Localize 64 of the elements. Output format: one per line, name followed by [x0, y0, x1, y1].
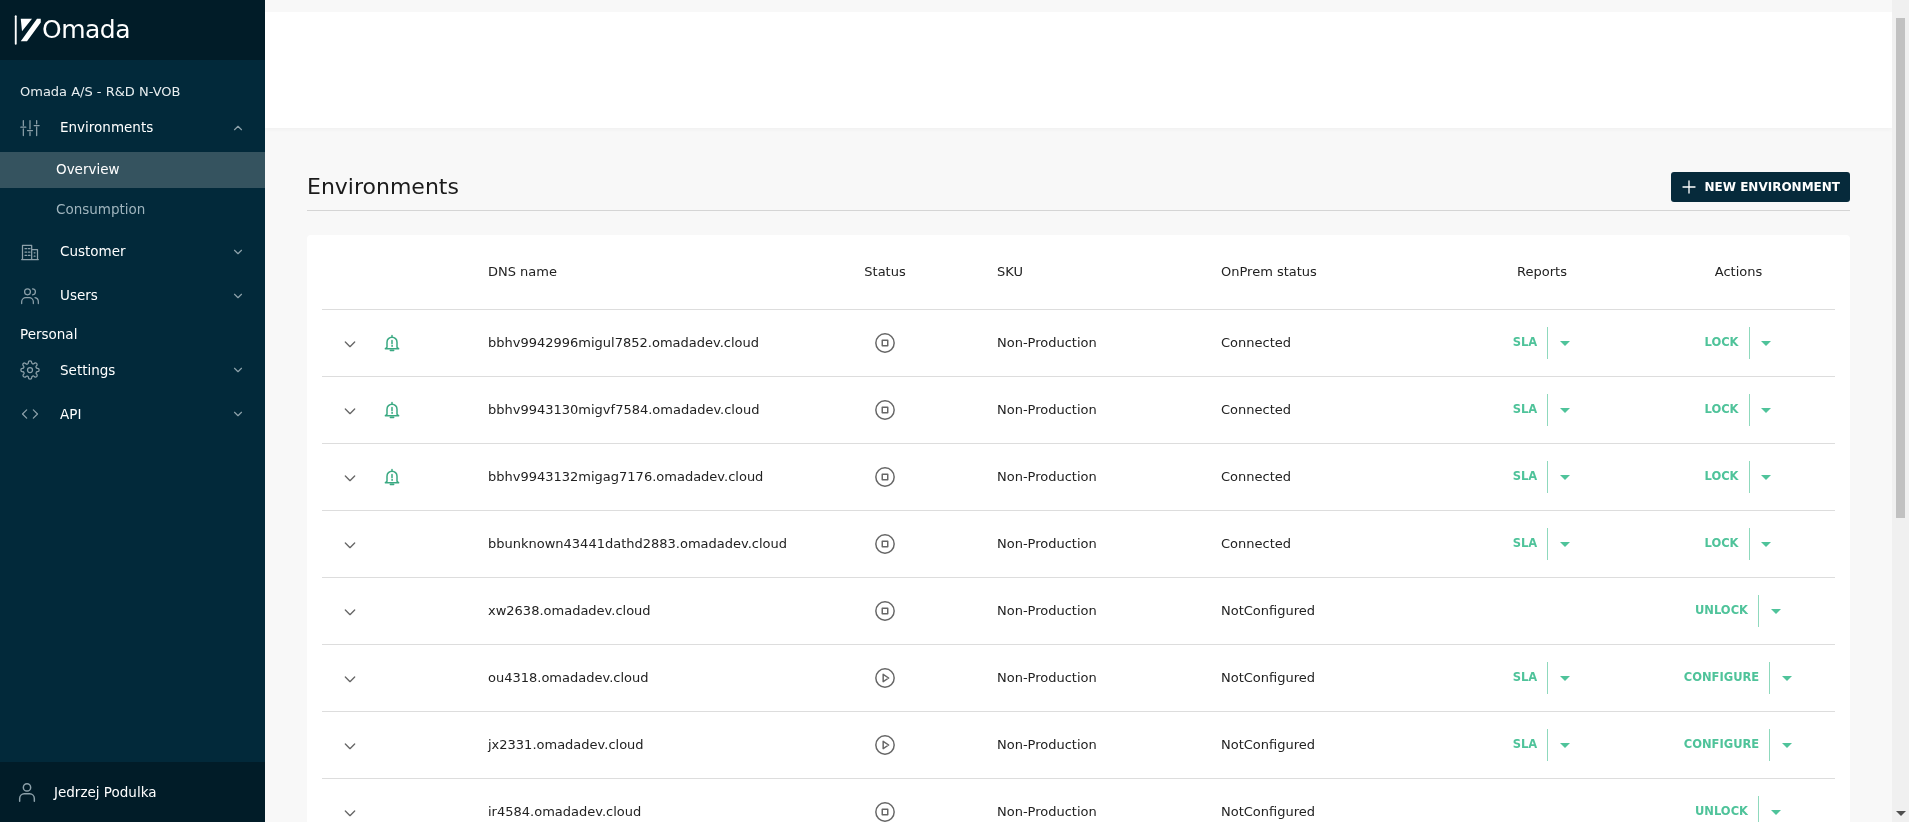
table-cell-text: bbhv9943132migag7176.omadadev.cloud — [488, 468, 765, 487]
column-header: OnPrem status — [1221, 263, 1318, 282]
sla-button[interactable]: SLA — [1502, 461, 1548, 493]
table-cell-text: Non-Production — [996, 736, 1098, 755]
sla-button[interactable]: SLA — [1502, 327, 1548, 359]
action-button[interactable]: UNLOCK — [1685, 595, 1758, 627]
table-cell-text: NotConfigured — [1221, 803, 1317, 822]
table-cell-text: Non-Production — [996, 669, 1098, 688]
column-header: SKU — [996, 263, 1024, 282]
action-button[interactable]: LOCK — [1694, 394, 1749, 426]
table-cell-text: NotConfigured — [1221, 602, 1317, 621]
table-cell-text: ou4318.omadadev.cloud — [488, 669, 650, 688]
table-cell-text: Non-Production — [996, 334, 1098, 353]
table-cell-text: Connected — [1221, 334, 1292, 353]
table-cell-text: Connected — [1221, 535, 1292, 554]
nav-item[interactable]: Customer — [0, 229, 265, 274]
nav-item[interactable]: Environments — [0, 105, 265, 150]
column-header: Status — [863, 263, 907, 282]
column-header: DNS name — [488, 263, 558, 282]
table-cell-text: bbhv9943130migvf7584.omadadev.cloud — [488, 401, 761, 420]
table-cell-text: Non-Production — [996, 401, 1098, 420]
table-cell-text: Non-Production — [996, 803, 1098, 822]
user-name[interactable]: Jedrzej Podulka — [54, 781, 157, 803]
nav-item[interactable]: API — [0, 391, 265, 436]
table-cell-text: Connected — [1221, 468, 1292, 487]
user-icon — [16, 781, 38, 803]
nav-item[interactable]: Users — [0, 273, 265, 318]
table-cell-text: jx2331.omadadev.cloud — [488, 736, 645, 755]
nav-subitem[interactable]: Overview — [0, 151, 265, 188]
action-button[interactable]: CONFIGURE — [1673, 662, 1770, 694]
sla-button[interactable]: SLA — [1502, 729, 1548, 761]
action-button[interactable]: LOCK — [1694, 327, 1749, 359]
sliders-icon — [20, 117, 40, 138]
table-cell-text: xw2638.omadadev.cloud — [488, 602, 652, 621]
column-header: Reports — [1516, 263, 1568, 282]
nav-subitem[interactable]: Consumption — [0, 191, 265, 228]
scrollbar[interactable] — [1892, 0, 1909, 822]
table-cell-text: Non-Production — [996, 468, 1098, 487]
action-button[interactable]: UNLOCK — [1685, 796, 1758, 822]
sla-button[interactable]: SLA — [1502, 662, 1548, 694]
action-button[interactable]: CONFIGURE — [1673, 729, 1770, 761]
action-button[interactable]: LOCK — [1694, 461, 1749, 493]
organization-name: Omada A/S - R&D N-VOB — [19, 83, 182, 101]
table-cell-text: NotConfigured — [1221, 736, 1317, 755]
settings-icon — [20, 359, 40, 380]
action-button[interactable]: LOCK — [1694, 528, 1749, 560]
page-title: Environments — [307, 173, 459, 201]
sla-button[interactable]: SLA — [1502, 394, 1548, 426]
table-cell-text: Connected — [1221, 401, 1292, 420]
table-cell-text: bbunknown43441dathd2883.omadadev.cloud — [488, 535, 789, 554]
logo-text: Omada — [42, 14, 131, 47]
sla-button[interactable]: SLA — [1502, 528, 1548, 560]
column-header: Actions — [1713, 263, 1764, 282]
plus-icon — [1680, 179, 1697, 195]
section-label: Personal — [19, 324, 79, 344]
table-cell-text: ir4584.omadadev.cloud — [488, 803, 643, 822]
table-cell-text: Non-Production — [996, 535, 1098, 554]
logo-icon — [12, 14, 42, 46]
new-environment-button[interactable]: NEW ENVIRONMENT — [1670, 172, 1850, 202]
nav-item[interactable]: Settings — [0, 347, 265, 392]
table-cell-text: bbhv9942996migul7852.omadadev.cloud — [488, 334, 760, 353]
users-icon — [20, 285, 40, 306]
table-cell-text: Non-Production — [996, 602, 1098, 621]
table-cell-text: NotConfigured — [1221, 669, 1317, 688]
